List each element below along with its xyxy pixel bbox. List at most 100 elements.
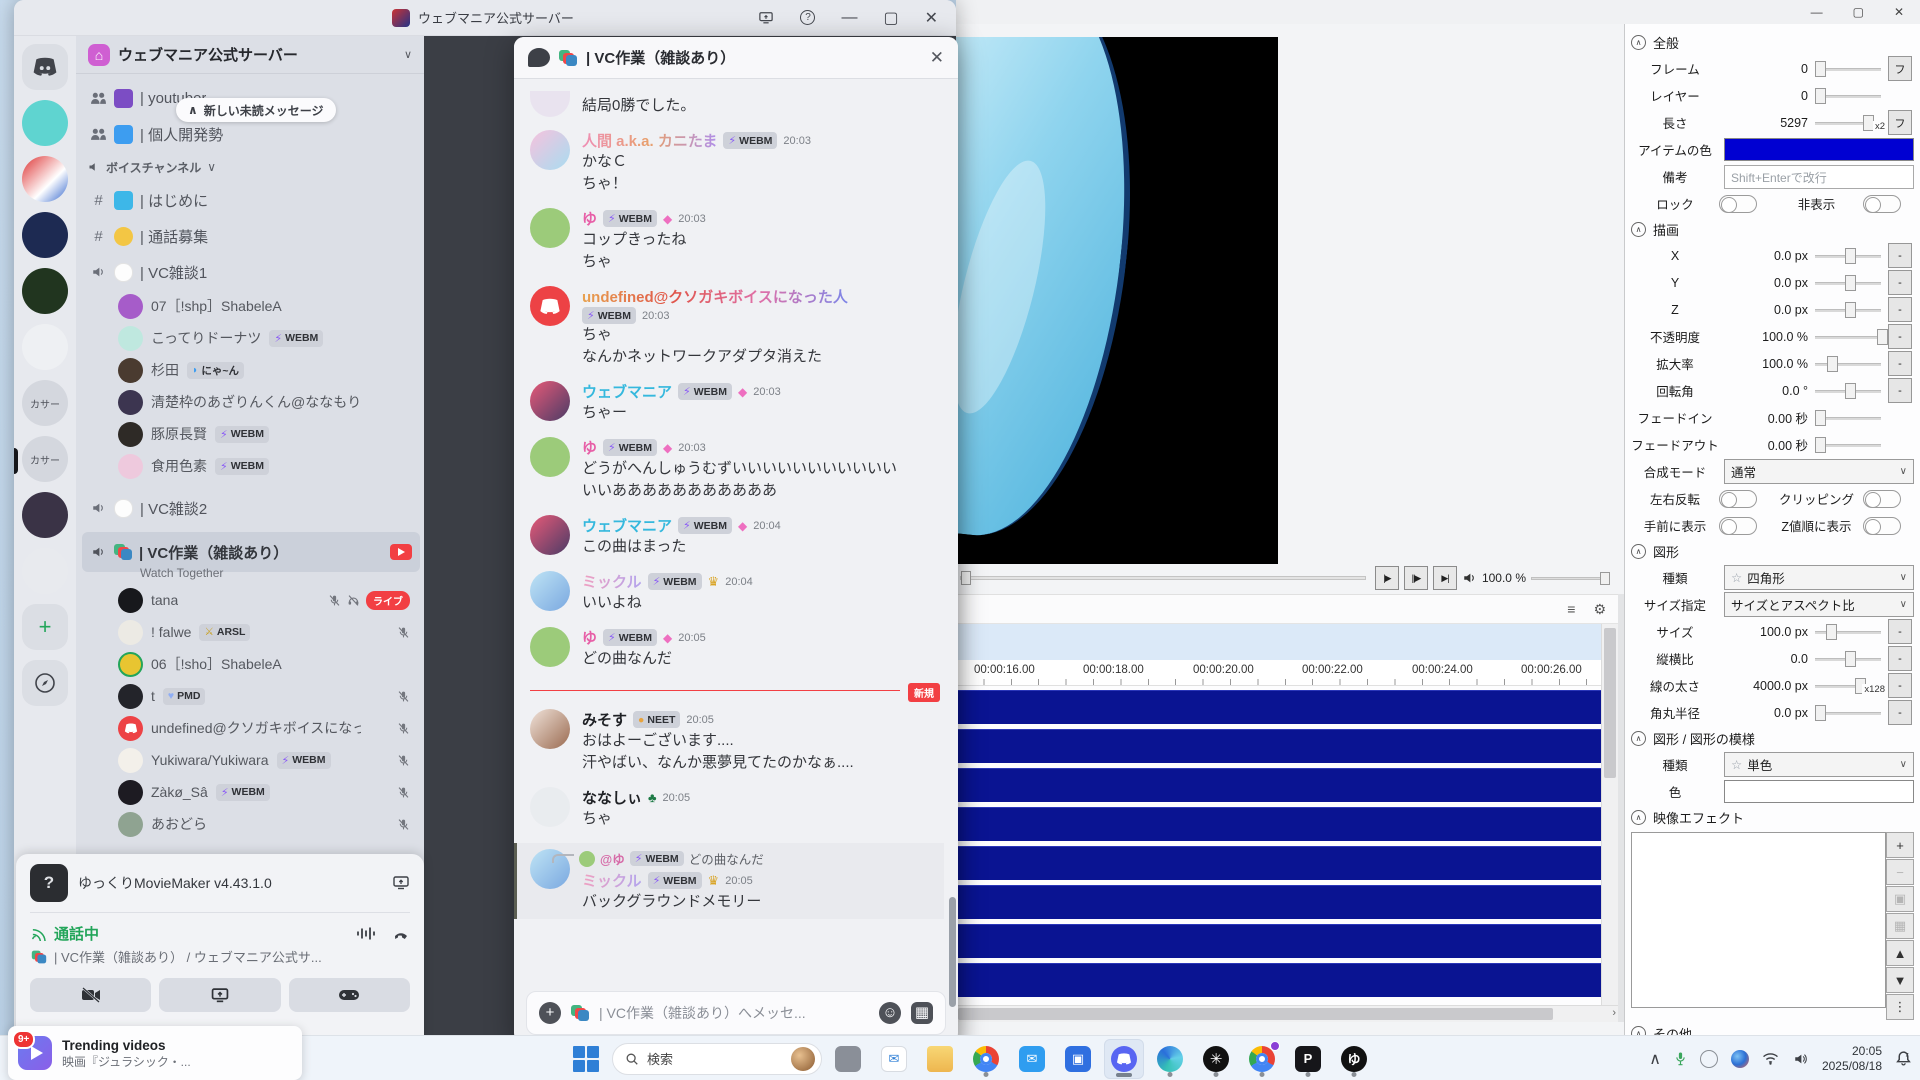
help-icon[interactable]: ? (800, 10, 815, 25)
blend-mode-select[interactable]: 通常∨ (1724, 459, 1914, 484)
chat-message[interactable]: ミックル⚡WEBM♛20:04 いいよね (530, 571, 944, 614)
reply-reference[interactable]: @ゆ⚡WEBMどの曲なんだ (582, 849, 944, 868)
search-input[interactable]: 検索 (612, 1043, 822, 1075)
pattern-color-swatch[interactable] (1724, 780, 1914, 803)
channel-vc-zatsudan1[interactable]: | VC雑談1 (82, 254, 420, 290)
taskbar-app-outlook[interactable]: ✉ (1012, 1039, 1052, 1079)
tray-app-icon[interactable] (1700, 1050, 1718, 1068)
username[interactable]: ゆ (582, 208, 597, 229)
timeline-horizontal-scrollbar[interactable]: › (956, 1005, 1618, 1022)
volume-slider[interactable] (1531, 577, 1609, 580)
y-slider[interactable] (1813, 273, 1883, 293)
username[interactable]: ウェブマニア (582, 515, 672, 536)
chat-message[interactable]: ゆ⚡WEBM◆20:03 コップきったね ちゃ (530, 208, 944, 273)
username[interactable]: ウェブマニア (582, 381, 672, 402)
attach-plus-icon[interactable]: + (539, 1002, 561, 1024)
timeline-item[interactable] (956, 963, 1601, 997)
add-server-button[interactable]: + (22, 604, 68, 650)
channel-tsuwabosyu[interactable]: #| 通話募集 (82, 218, 420, 254)
notification-toast[interactable]: 9+ Trending videos 映画『ジュラシック・... (8, 1026, 302, 1080)
z-animation-button[interactable]: - (1888, 297, 1912, 322)
close-icon[interactable]: ✕ (1894, 5, 1904, 19)
section-voice-channels[interactable]: ボイスチャンネル∨ (82, 152, 420, 182)
voice-activity-icon[interactable] (356, 926, 376, 941)
aspect-slider[interactable] (1813, 649, 1883, 669)
y-animation-button[interactable]: - (1888, 270, 1912, 295)
channel-vc-zatsudan2[interactable]: | VC雑談2 (82, 490, 420, 526)
channel-hajimeni[interactable]: #| はじめに (82, 182, 420, 218)
username[interactable]: 人間 a.k.a. カニたま (582, 130, 717, 151)
zorder-toggle[interactable] (1863, 517, 1901, 535)
message-input[interactable]: | VC作業（雑談あり）へメッセ... (599, 1003, 869, 1023)
notification-bell-icon[interactable]: z (1895, 1050, 1912, 1067)
zoom-animation-button[interactable]: - (1888, 351, 1912, 376)
server-header[interactable]: ⌂ ウェブマニア公式サーバー ∨ (76, 36, 424, 74)
seek-slider[interactable] (960, 576, 1366, 580)
discord-home-button[interactable] (22, 44, 68, 90)
rotation-slider[interactable] (1813, 381, 1883, 401)
voice-member[interactable]: 杉田◗にゃ~ん (82, 354, 420, 386)
effect-add-button[interactable]: + (1886, 832, 1914, 858)
username[interactable]: ゆ (582, 627, 597, 648)
taskbar-app-chatgpt[interactable]: ✳ (1196, 1039, 1236, 1079)
aspect-animation-button[interactable]: - (1888, 646, 1912, 671)
zoom-slider[interactable] (1813, 354, 1883, 374)
chat-message[interactable]: ウェブマニア⚡WEBM◆20:04 この曲はまった (530, 515, 944, 558)
chat-message[interactable]: ゆ⚡WEBM◆20:05 どの曲なんだ (530, 627, 944, 670)
size-slider[interactable] (1813, 622, 1883, 642)
voice-member[interactable]: 06［!sho］ShabeleA (82, 648, 420, 680)
item-color-swatch[interactable] (1724, 138, 1914, 161)
tray-mic-icon[interactable] (1674, 1051, 1687, 1067)
server-icon[interactable]: カサー (22, 380, 68, 426)
layer-slider[interactable] (1813, 86, 1883, 106)
server-icon[interactable] (22, 156, 68, 202)
username[interactable]: ゆ (582, 437, 597, 458)
corner-animation-button[interactable]: - (1888, 700, 1912, 725)
fadein-slider[interactable] (1813, 408, 1883, 428)
timeline-item[interactable] (956, 729, 1601, 763)
flip-toggle[interactable] (1719, 490, 1757, 508)
voice-member[interactable]: Zàkø_Sâ⚡WEBM (82, 776, 420, 808)
voice-channel-location[interactable]: | VC作業（雑談あり） / ウェブマニア公式サ... (30, 947, 410, 966)
taskbar-app-explorer[interactable] (920, 1039, 960, 1079)
timeline-tracks[interactable] (956, 686, 1601, 1005)
note-input[interactable]: Shift+Enterで改行 (1724, 165, 1914, 189)
voice-member[interactable]: tana ライブ (82, 584, 420, 616)
size-spec-select[interactable]: サイズとアスペクト比∨ (1724, 592, 1914, 617)
start-button[interactable] (566, 1039, 606, 1079)
maximize-icon[interactable]: ▢ (883, 8, 898, 28)
chat-message[interactable]: 人間 a.k.a. カニたま⚡WEBM20:03 かなＣ ちゃ！ (530, 130, 944, 195)
section-general[interactable]: ∧全般 (1631, 30, 1914, 55)
z-slider[interactable] (1813, 300, 1883, 320)
frame-slider[interactable] (1813, 59, 1883, 79)
timeline-item[interactable] (956, 768, 1601, 802)
chat-message[interactable]: undefined@クソガキボイスになった人 ⚡WEBM20:03 ちゃ なんか… (530, 286, 944, 368)
timeline-item[interactable] (956, 690, 1601, 724)
menu-icon[interactable]: ≡ (1567, 601, 1575, 617)
voice-member[interactable]: あおどら (82, 808, 420, 840)
chat-message-highlighted[interactable]: @ゆ⚡WEBMどの曲なんだ ミックル⚡WEBM♛20:05 バックグラウンドメモ… (514, 843, 944, 919)
chat-message[interactable]: ゆ⚡WEBM◆20:03 どうがへんしゅうむずいいいいいいいいいいい いいあああ… (530, 437, 944, 502)
voice-member[interactable]: こってりドーナツ⚡WEBM (82, 322, 420, 354)
section-shape[interactable]: ∧図形 (1631, 539, 1914, 564)
username[interactable]: undefined@クソガキボイスになった人 (582, 286, 848, 307)
wifi-icon[interactable] (1762, 1052, 1779, 1065)
effect-load-button[interactable]: ▣ (1886, 886, 1914, 912)
taskbar-app-ymm[interactable]: ゆ (1334, 1039, 1374, 1079)
voice-member[interactable]: undefined@クソガキボイスになっ... (82, 712, 420, 744)
chat-message[interactable]: ウェブマニア⚡WEBM◆20:03 ちゃー (530, 381, 944, 424)
username[interactable]: ミックル (582, 870, 642, 891)
section-effects[interactable]: ∧映像エフェクト (1631, 805, 1914, 830)
voice-member[interactable]: ! falwe⚔ARSL (82, 616, 420, 648)
gif-game-icon[interactable]: ▦ (911, 1002, 933, 1024)
server-icon[interactable] (22, 548, 68, 594)
server-icon[interactable] (22, 268, 68, 314)
timeline-item[interactable] (956, 924, 1601, 958)
chat-popup-header[interactable]: | VC作業（雑談あり） ✕ (514, 37, 958, 79)
rotation-animation-button[interactable]: - (1888, 378, 1912, 403)
line-width-slider[interactable]: x128 (1813, 676, 1883, 696)
effect-remove-button[interactable]: − (1886, 859, 1914, 885)
username[interactable]: みそす (582, 709, 627, 730)
message-input-bar[interactable]: + | VC作業（雑談あり）へメッセ... ☺ ▦ (526, 991, 946, 1035)
taskbar-app-pntp[interactable]: P (1288, 1039, 1328, 1079)
